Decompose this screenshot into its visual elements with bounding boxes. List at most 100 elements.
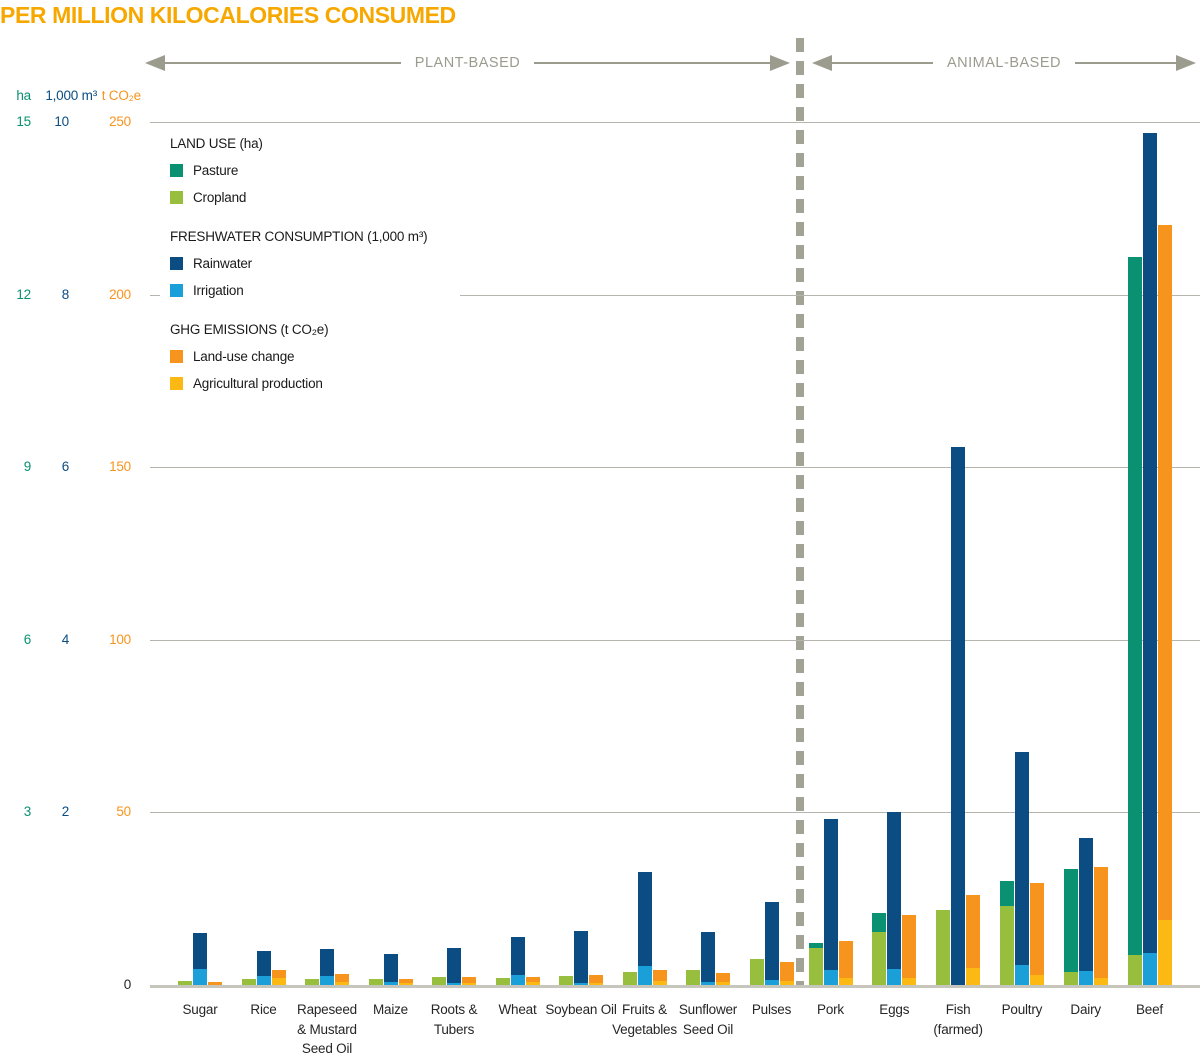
freshwater-bar (320, 949, 334, 985)
freshwater-bar (638, 872, 652, 985)
arrow-right-icon (770, 55, 790, 71)
bar-group-eggs (872, 812, 916, 985)
axis-unit-water: 1,000 m³ (45, 88, 97, 103)
rainwater-segment (638, 872, 652, 966)
irrigation-segment (765, 980, 779, 985)
plant-based-label: PLANT-BASED (401, 55, 534, 71)
bar-group-dairy (1064, 838, 1108, 985)
land-use-bar (432, 977, 446, 985)
cropland-segment (872, 932, 886, 985)
pasture-segment (1000, 881, 1014, 906)
bar-group-fish-farmed- (936, 447, 980, 985)
irrigation-segment (1143, 953, 1157, 985)
ghg-bar (1094, 867, 1108, 985)
irrigation-segment (824, 970, 838, 985)
freshwater-bar (1015, 752, 1029, 985)
arrow-left-icon (145, 55, 165, 71)
legend-swatch-icon (170, 284, 183, 297)
tick-water: 6 (62, 459, 69, 474)
rainwater-segment (701, 932, 715, 982)
legend-section-title: GHG EMISSIONS (t CO₂e) (170, 322, 446, 337)
irrigation-segment (701, 982, 715, 985)
ghg-bar (1030, 883, 1044, 986)
tick-land: 9 (24, 459, 31, 474)
land-use-change-segment (335, 974, 349, 982)
land-use-bar (559, 976, 573, 985)
freshwater-bar (701, 932, 715, 985)
rainwater-segment (1015, 752, 1029, 965)
agricultural-production-segment (399, 983, 413, 985)
freshwater-bar (1079, 838, 1093, 985)
agricultural-production-segment (462, 983, 476, 985)
ghg-bar (653, 970, 667, 985)
rainwater-segment (824, 819, 838, 970)
ghg-bar (462, 977, 476, 985)
rainwater-segment (951, 447, 965, 985)
freshwater-bar (384, 954, 398, 985)
land-use-change-segment (716, 973, 730, 983)
ghg-bar (589, 975, 603, 985)
legend-swatch-icon (170, 191, 183, 204)
ghg-bar (966, 895, 980, 985)
ghg-bar (399, 979, 413, 985)
legend-swatch-icon (170, 377, 183, 390)
tick-land: 6 (24, 632, 31, 647)
rainwater-segment (447, 948, 461, 983)
land-use-bar (686, 970, 700, 985)
tick-ghg: 100 (109, 632, 131, 647)
tick-land: 12 (16, 287, 31, 302)
rainwater-segment (1079, 838, 1093, 971)
ghg-bar (335, 974, 349, 985)
irrigation-segment (887, 969, 901, 985)
land-use-bar (242, 979, 256, 985)
cropland-segment (305, 979, 319, 985)
legend-item-label: Agricultural production (193, 376, 323, 391)
ghg-bar (208, 982, 222, 985)
land-use-change-segment (1030, 883, 1044, 976)
axis-unit-ghg: t CO₂e (102, 88, 141, 103)
tick-ghg: 150 (109, 459, 131, 474)
agricultural-production-segment (966, 968, 980, 985)
land-use-bar (936, 910, 950, 985)
tick-zero: 0 (124, 977, 131, 992)
land-use-change-segment (780, 962, 794, 981)
arrow-left-icon (812, 55, 832, 71)
category-label: Beef (1095, 1000, 1200, 1020)
irrigation-segment (511, 975, 525, 985)
legend-section: FRESHWATER CONSUMPTION (1,000 m³)Rainwat… (170, 229, 446, 298)
environmental-impact-chart: PER MILLION KILOCALORIES CONSUMED PLANT-… (0, 0, 1200, 1060)
legend-item-label: Irrigation (193, 283, 244, 298)
land-use-bar (872, 913, 886, 985)
animal-based-label: ANIMAL-BASED (933, 55, 1075, 71)
land-use-change-segment (839, 941, 853, 978)
bar-group-sugar (178, 933, 222, 985)
ghg-bar (272, 970, 286, 985)
land-use-change-segment (902, 915, 916, 978)
tick-land: 3 (24, 804, 31, 819)
cropland-segment (242, 979, 256, 985)
cropland-segment (1128, 955, 1142, 985)
pasture-segment (1128, 257, 1142, 955)
freshwater-bar (511, 937, 525, 985)
legend-item-label: Cropland (193, 190, 246, 205)
freshwater-bar (887, 812, 901, 985)
legend-item: Irrigation (170, 283, 446, 298)
freshwater-bar (193, 933, 207, 985)
cropland-segment (432, 977, 446, 985)
rainwater-segment (765, 902, 779, 980)
rainwater-segment (384, 954, 398, 982)
agricultural-production-segment (780, 981, 794, 985)
tick-water: 8 (62, 287, 69, 302)
arrow-right-icon (1176, 55, 1196, 71)
bar-group-rice (242, 951, 286, 986)
agricultural-production-segment (839, 978, 853, 985)
tick-water: 2 (62, 804, 69, 819)
ghg-bar (526, 977, 540, 985)
bar-group-rapeseed-mustard-seed-oil (305, 949, 349, 985)
bar-group-pulses (750, 902, 794, 985)
rainwater-segment (887, 812, 901, 969)
freshwater-bar (447, 948, 461, 985)
freshwater-bar (574, 931, 588, 985)
legend-swatch-icon (170, 164, 183, 177)
plant-based-range-arrow: PLANT-BASED (145, 54, 790, 72)
